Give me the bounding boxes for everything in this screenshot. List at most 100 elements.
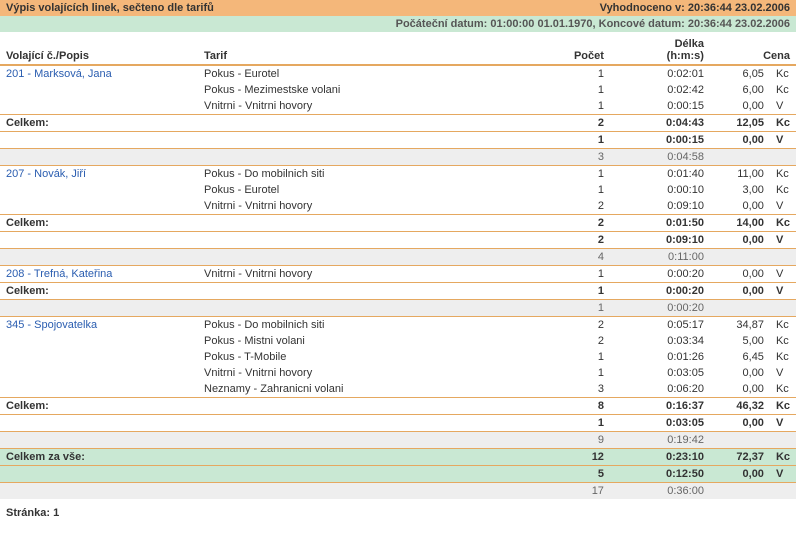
cell-cena: 0,00 [710, 283, 770, 300]
group-subtotal-row: 90:19:42 [0, 432, 796, 449]
group-subtotal-row: 30:04:58 [0, 149, 796, 166]
cell-pocet: 1 [550, 365, 610, 381]
caller-link[interactable]: 208 - Trefná, Kateřina [6, 268, 112, 280]
cell-delka: 0:16:37 [610, 398, 710, 415]
cell-unit: V [770, 415, 796, 432]
cell-delka: 0:19:42 [610, 432, 710, 449]
cell-pocet: 1 [550, 166, 610, 183]
caller-link[interactable]: 201 - Marksová, Jana [6, 68, 112, 80]
cell-tarif: Vnitrni - Vnitrni hovory [198, 266, 550, 283]
cell-delka: 0:00:15 [610, 98, 710, 115]
cell-cena: 0,00 [710, 98, 770, 115]
col-pocet: Počet [550, 32, 610, 65]
celkem-label: Celkem: [0, 215, 198, 232]
cell-tarif: Pokus - Mistni volani [198, 333, 550, 349]
grand-subtotal-row: 170:36:00 [0, 483, 796, 500]
cell-pocet: 1 [550, 82, 610, 98]
cell-delka: 0:00:20 [610, 300, 710, 317]
cell-pocet: 3 [550, 149, 610, 166]
caller-link[interactable]: 207 - Novák, Jiří [6, 168, 86, 180]
report-timestamp: Vyhodnoceno v: 20:36:44 23.02.2006 [600, 2, 790, 14]
cell-unit: Kc [770, 82, 796, 98]
celkem-label [0, 232, 198, 249]
cell-unit: Kc [770, 349, 796, 365]
cell-cena: 0,00 [710, 365, 770, 381]
group-total-row: Celkem:20:04:4312,05Kc [0, 115, 796, 132]
cell-pocet: 2 [550, 333, 610, 349]
cell-delka: 0:00:15 [610, 132, 710, 149]
cell-pocet: 1 [550, 182, 610, 198]
cell-unit: Kc [770, 166, 796, 183]
group-subtotal-row: 40:11:00 [0, 249, 796, 266]
cell-tarif: Vnitrni - Vnitrni hovory [198, 98, 550, 115]
celkem-label: Celkem: [0, 283, 198, 300]
table-row: 201 - Marksová, JanaPokus - Eurotel10:02… [0, 65, 796, 82]
cell-cena: 0,00 [710, 266, 770, 283]
cell-delka: 0:12:50 [610, 466, 710, 483]
cell-pocet: 2 [550, 232, 610, 249]
cell-cena: 5,00 [710, 333, 770, 349]
cell-delka: 0:00:20 [610, 283, 710, 300]
cell-delka: 0:04:58 [610, 149, 710, 166]
cell-pocet: 2 [550, 215, 610, 232]
cell-tarif: Pokus - Do mobilnich siti [198, 317, 550, 334]
col-caller: Volající č./Popis [0, 32, 198, 65]
cell-unit: Kc [770, 449, 796, 466]
cell-unit: V [770, 198, 796, 215]
cell-pocet: 1 [550, 98, 610, 115]
cell-cena: 11,00 [710, 166, 770, 183]
cell-pocet: 8 [550, 398, 610, 415]
table-row: Pokus - Mezimestske volani10:02:426,00Kc [0, 82, 796, 98]
cell-cena: 34,87 [710, 317, 770, 334]
cell-delka: 0:36:00 [610, 483, 710, 500]
table-row: Neznamy - Zahranicni volani30:06:200,00K… [0, 381, 796, 398]
table-row: Vnitrni - Vnitrni hovory10:03:050,00V [0, 365, 796, 381]
grand-label: Celkem za vše: [0, 449, 198, 466]
celkem-label [0, 132, 198, 149]
cell-tarif: Pokus - Eurotel [198, 182, 550, 198]
cell-delka: 0:05:17 [610, 317, 710, 334]
cell-delka: 0:03:34 [610, 333, 710, 349]
group-total-row: Celkem: 10:00:200,00V [0, 283, 796, 300]
cell-cena: 0,00 [710, 132, 770, 149]
cell-pocet: 12 [550, 449, 610, 466]
cell-pocet: 9 [550, 432, 610, 449]
cell-unit: Kc [770, 215, 796, 232]
table-row: Pokus - Eurotel10:00:103,00Kc [0, 182, 796, 198]
cell-unit: V [770, 365, 796, 381]
cell-delka: 0:03:05 [610, 415, 710, 432]
cell-cena: 0,00 [710, 466, 770, 483]
cell-cena: 72,37 [710, 449, 770, 466]
grand-label [0, 466, 198, 483]
cell-pocet: 2 [550, 115, 610, 132]
cell-cena: 0,00 [710, 232, 770, 249]
cell-unit: Kc [770, 115, 796, 132]
cell-delka: 0:00:20 [610, 266, 710, 283]
col-cena: Cena [710, 32, 796, 65]
cell-pocet: 1 [550, 283, 610, 300]
cell-pocet: 1 [550, 132, 610, 149]
cell-unit: V [770, 283, 796, 300]
cell-unit: Kc [770, 182, 796, 198]
cell-unit: Kc [770, 317, 796, 334]
table-row: 207 - Novák, JiříPokus - Do mobilnich si… [0, 166, 796, 183]
group-subtotal-row: 10:00:20 [0, 300, 796, 317]
cell-tarif: Pokus - T-Mobile [198, 349, 550, 365]
cell-delka: 0:01:50 [610, 215, 710, 232]
table-row: Pokus - T-Mobile10:01:266,45Kc [0, 349, 796, 365]
report-title-bar: Výpis volajících linek, sečteno dle tari… [0, 0, 796, 16]
cell-unit: V [770, 232, 796, 249]
cell-cena: 6,05 [710, 65, 770, 82]
cell-unit: V [770, 132, 796, 149]
cell-pocet: 1 [550, 300, 610, 317]
group-total-row: Celkem:20:01:5014,00Kc [0, 215, 796, 232]
table-row: Vnitrni - Vnitrni hovory10:00:150,00V [0, 98, 796, 115]
cell-delka: 0:09:10 [610, 198, 710, 215]
cell-delka: 0:00:10 [610, 182, 710, 198]
cell-cena: 12,05 [710, 115, 770, 132]
caller-link[interactable]: 345 - Spojovatelka [6, 319, 97, 331]
cell-pocet: 5 [550, 466, 610, 483]
cell-delka: 0:02:01 [610, 65, 710, 82]
table-row: Vnitrni - Vnitrni hovory20:09:100,00V [0, 198, 796, 215]
cell-pocet: 3 [550, 381, 610, 398]
